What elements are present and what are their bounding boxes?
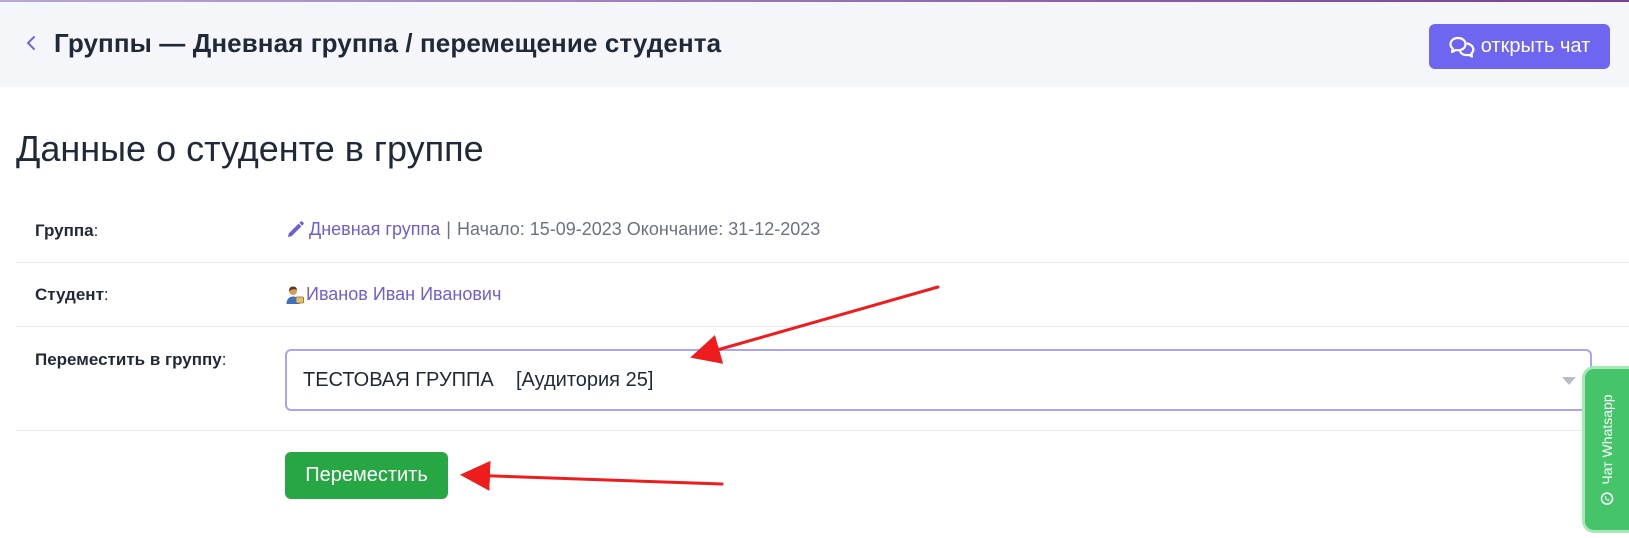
group-label: Группа: [35, 221, 99, 240]
whatsapp-chat-tab[interactable]: Чат Whatsapp [1582, 366, 1629, 533]
group-dates: Начало: 15-09-2023 Окончание: 31-12-2023 [456, 219, 821, 239]
caret-down-icon [1562, 377, 1576, 385]
page-header: Группы — Дневная группа / перемещение ст… [0, 2, 1629, 87]
move-button[interactable]: Переместить [285, 452, 448, 499]
group-select-value: ТЕСТОВАЯ ГРУППА [Аудитория 25] [303, 369, 654, 391]
annotation-arrow-to-button [460, 460, 724, 491]
group-separator: | [446, 219, 451, 239]
row-divider [16, 430, 1629, 431]
open-chat-label: открыть чат [1480, 35, 1591, 57]
whatsapp-tab-label: Чат Whatsapp [1599, 393, 1615, 485]
student-value: Иванов Иван Иванович [285, 284, 501, 305]
student-label: Студент: [35, 285, 109, 304]
group-link[interactable]: Дневная группа [309, 219, 440, 240]
page-title: Группы — Дневная группа / перемещение ст… [54, 28, 722, 58]
row-divider [16, 326, 1629, 327]
chevron-left-icon[interactable] [20, 32, 42, 54]
group-select[interactable]: ТЕСТОВАЯ ГРУППА [Аудитория 25] [285, 349, 1592, 411]
annotation-arrow-to-select [690, 285, 940, 364]
student-icon [286, 286, 304, 304]
student-link[interactable]: Иванов Иван Иванович [306, 284, 501, 305]
section-title: Данные о студенте в группе [16, 128, 484, 169]
chat-bubbles-icon [1449, 36, 1475, 58]
open-chat-button[interactable]: открыть чат [1429, 24, 1610, 69]
move-to-group-label: Переместить в группу: [35, 350, 227, 369]
group-value: Дневная группа | Начало: 15-09-2023 Окон… [285, 219, 820, 240]
pencil-icon[interactable] [285, 220, 305, 240]
row-divider [16, 262, 1629, 263]
whatsapp-icon [1600, 491, 1614, 505]
